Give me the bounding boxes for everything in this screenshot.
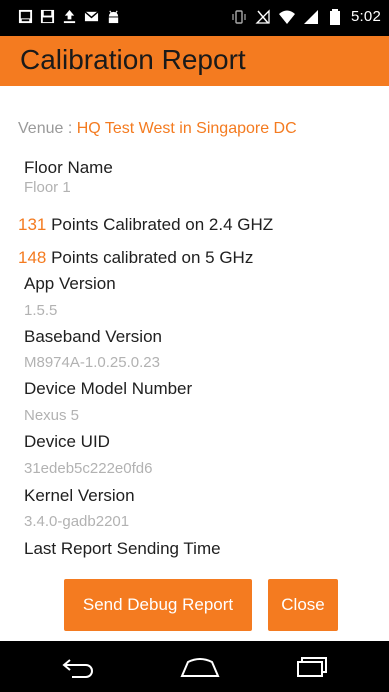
report-content[interactable]: Venue : HQ Test West in Singapore DC Flo… — [0, 86, 389, 641]
venue-label: Venue : — [18, 120, 77, 137]
image-icon — [18, 9, 33, 24]
android-icon — [108, 10, 119, 24]
close-button[interactable]: Close — [268, 579, 338, 631]
status-time: 5:02 — [351, 8, 381, 25]
send-debug-report-button[interactable]: Send Debug Report — [64, 579, 252, 631]
mail-icon — [84, 11, 99, 22]
signal-icon — [304, 9, 318, 24]
home-button[interactable] — [178, 652, 222, 682]
points-24ghz-line: 131 Points Calibrated on 2.4 GHZ — [18, 215, 273, 235]
points-24ghz-text: Points Calibrated on 2.4 GHZ — [46, 215, 274, 234]
wifi-icon — [279, 10, 295, 24]
kernel-version-label: Kernel Version — [24, 486, 135, 505]
no-signal-icon — [255, 8, 270, 24]
floor-name-value: Floor 1 — [24, 179, 71, 196]
save-icon — [40, 9, 55, 24]
recents-icon — [297, 657, 327, 677]
last-report-time-label: Last Report Sending Time — [24, 539, 221, 558]
points-5ghz-line: 148 Points calibrated on 5 GHz — [18, 248, 253, 268]
navigation-bar — [0, 641, 389, 692]
app-version-value: 1.5.5 — [24, 302, 58, 319]
upload-icon — [63, 9, 76, 24]
floor-name-label: Floor Name — [24, 158, 113, 177]
back-button[interactable] — [56, 652, 100, 682]
notification-icons — [18, 9, 121, 24]
device-model-label: Device Model Number — [24, 379, 193, 398]
baseband-version-label: Baseband Version — [24, 327, 162, 346]
vibrate-icon — [232, 9, 246, 24]
device-model-value: Nexus 5 — [24, 407, 80, 424]
points-24ghz-count: 131 — [18, 215, 47, 234]
home-icon — [180, 658, 220, 677]
baseband-version-value: M8974A-1.0.25.0.23 — [24, 354, 160, 371]
battery-icon — [330, 8, 340, 25]
device-uid-label: Device UID — [24, 432, 110, 451]
status-bar: 5:02 — [0, 0, 389, 36]
kernel-version-value: 3.4.0-gadb2201 — [24, 513, 130, 530]
app-version-label: App Version — [24, 274, 116, 293]
venue-value: HQ Test West in Singapore DC — [76, 120, 297, 137]
page-title: Calibration Report — [20, 44, 246, 75]
device-uid-value: 31edeb5c222e0fd6 — [24, 460, 153, 477]
points-5ghz-text: Points calibrated on 5 GHz — [46, 248, 254, 267]
points-5ghz-count: 148 — [18, 248, 47, 267]
recents-button[interactable] — [288, 652, 332, 682]
venue-line: Venue : HQ Test West in Singapore DC — [18, 120, 297, 138]
back-icon — [62, 659, 93, 678]
system-status-icons: 5:02 — [231, 8, 381, 25]
app-bar: Calibration Report — [0, 36, 389, 86]
